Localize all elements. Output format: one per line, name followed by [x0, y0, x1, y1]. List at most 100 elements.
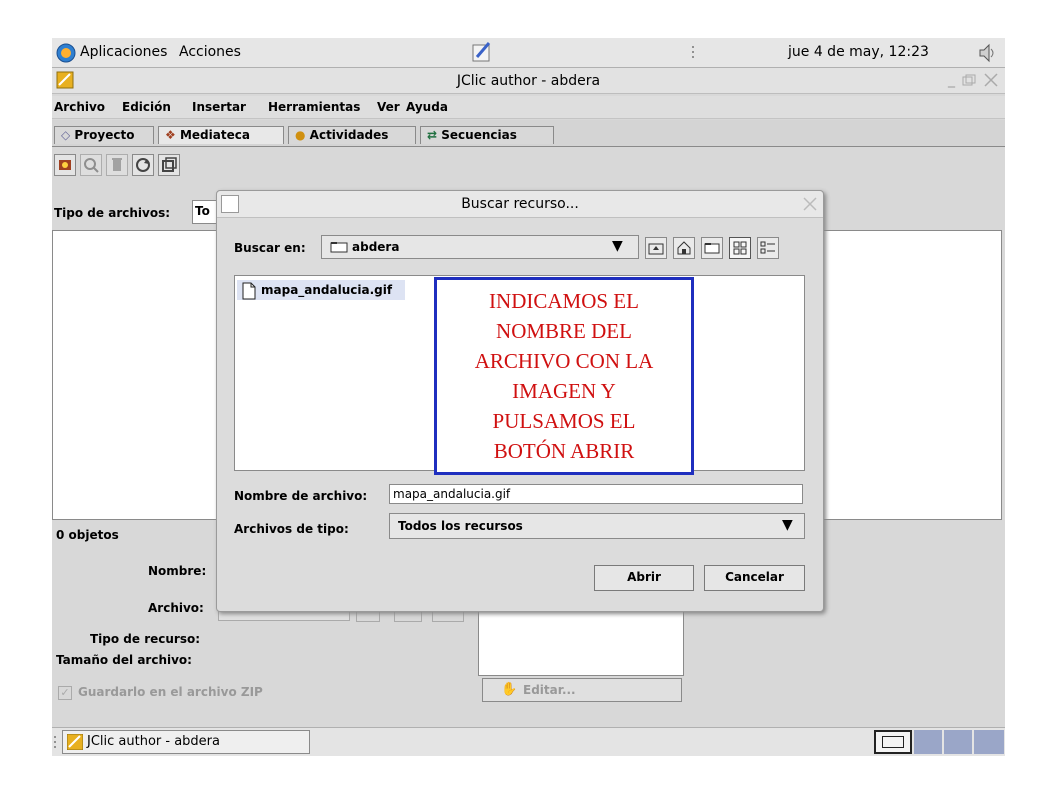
- file-name: mapa_andalucia.gif: [261, 283, 393, 297]
- callout-line: IMAGEN Y: [512, 379, 616, 403]
- tab-label: Mediateca: [179, 128, 250, 142]
- applications-menu[interactable]: Aplicaciones: [80, 44, 167, 60]
- media-icon: ❖: [165, 128, 176, 142]
- workspace-4[interactable]: [974, 730, 1004, 754]
- tab-mediateca[interactable]: ❖ Mediateca: [158, 126, 284, 144]
- window-title: JClic author - abdera: [456, 73, 601, 89]
- instruction-callout: INDICAMOS EL NOMBRE DEL ARCHIVO CON LA I…: [434, 277, 694, 475]
- menu-bar: Archivo Edición Insertar Herramientas Ve…: [52, 96, 1005, 119]
- objects-count: 0 objetos: [56, 528, 119, 542]
- resource-type-label: Tipo de recurso:: [90, 632, 201, 646]
- taskbar-window-item[interactable]: JClic author - abdera: [62, 730, 310, 754]
- menu-ayuda[interactable]: Ayuda: [406, 100, 448, 114]
- file-type-label: Tipo de archivos:: [54, 206, 171, 220]
- file-icon: [242, 282, 256, 300]
- details-view-icon: [760, 241, 775, 254]
- file-size-label: Tamaño del archivo:: [56, 653, 192, 667]
- dialog-close-icon[interactable]: [803, 197, 817, 211]
- home-folder-button[interactable]: [673, 237, 695, 259]
- up-folder-button[interactable]: [645, 237, 667, 259]
- cancel-button[interactable]: Cancelar: [704, 565, 805, 591]
- save-zip-label: Guardarlo en el archivo ZIP: [78, 685, 263, 699]
- look-in-value: abdera: [352, 240, 400, 254]
- preview-media-button[interactable]: [80, 154, 102, 176]
- add-media-button[interactable]: [54, 154, 76, 176]
- filetype-value: Todos los recursos: [398, 519, 523, 533]
- callout-line: NOMBRE DEL: [496, 319, 632, 343]
- update-media-button[interactable]: [132, 154, 154, 176]
- refresh-icon: [136, 158, 150, 172]
- callout-line: INDICAMOS EL: [489, 289, 639, 313]
- filename-label: Nombre de archivo:: [234, 489, 368, 503]
- text-editor-launcher-icon[interactable]: [470, 41, 494, 63]
- workspace-window-icon: [882, 736, 904, 748]
- trash-icon: [112, 158, 122, 171]
- list-view-icon: [733, 241, 747, 255]
- tab-label: Secuencias: [441, 128, 517, 142]
- delete-media-button[interactable]: [106, 154, 128, 176]
- filename-input[interactable]: [389, 484, 803, 504]
- menu-insertar[interactable]: Insertar: [192, 100, 246, 114]
- callout-line: BOTÓN ABRIR: [493, 439, 635, 463]
- menu-edicion[interactable]: Edición: [122, 100, 171, 114]
- list-item[interactable]: mapa_andalucia.gif: [237, 280, 405, 300]
- menu-herramientas[interactable]: Herramientas: [268, 100, 360, 114]
- export-icon: [162, 157, 177, 172]
- magnifier-icon: [84, 158, 99, 173]
- list-view-button[interactable]: [729, 237, 751, 259]
- tab-label: Proyecto: [74, 128, 135, 142]
- edit-button[interactable]: ✋ Editar...: [482, 678, 682, 702]
- edit-button-label: Editar...: [523, 683, 576, 697]
- details-view-button[interactable]: [757, 237, 779, 259]
- workspace-3[interactable]: [944, 730, 972, 754]
- folder-icon: [330, 242, 348, 253]
- menu-ver[interactable]: Ver: [377, 100, 400, 114]
- save-zip-checkbox[interactable]: ✓: [58, 686, 72, 700]
- dropdown-arrow-icon: ▼: [612, 238, 623, 254]
- tab-actividades[interactable]: ● Actividades: [288, 126, 416, 144]
- applications-icon[interactable]: [56, 43, 76, 63]
- up-folder-icon: [648, 243, 664, 255]
- add-media-icon: [59, 160, 71, 170]
- bottom-taskbar: JClic author - abdera: [52, 727, 1005, 756]
- callout-line: ARCHIVO CON LA: [474, 349, 654, 373]
- callout-line: PULSAMOS EL: [492, 409, 636, 433]
- look-in-select[interactable]: abdera ▼: [321, 235, 639, 259]
- export-media-button[interactable]: [158, 154, 180, 176]
- preview-box: [478, 608, 684, 676]
- tab-secuencias[interactable]: ⇄ Secuencias: [420, 126, 554, 144]
- tab-proyecto[interactable]: ◇ Proyecto: [54, 126, 154, 144]
- hand-icon: ✋: [501, 682, 518, 697]
- home-icon: [677, 241, 691, 255]
- open-button[interactable]: Abrir: [594, 565, 694, 591]
- maximize-icon[interactable]: [962, 74, 976, 86]
- tab-label: Actividades: [309, 128, 389, 142]
- filetype-select[interactable]: Todos los recursos ▼: [389, 513, 805, 539]
- look-in-label: Buscar en:: [234, 241, 306, 255]
- volume-icon[interactable]: [976, 42, 998, 64]
- workspace-1[interactable]: [874, 730, 912, 754]
- dialog-title: Buscar recurso...: [461, 196, 579, 212]
- dropdown-arrow-icon: ▼: [782, 517, 793, 533]
- tab-bar: ◇ Proyecto ❖ Mediateca ● Actividades ⇄ S…: [52, 120, 1005, 147]
- file-label: Archivo:: [148, 601, 204, 615]
- actions-menu[interactable]: Acciones: [179, 44, 241, 60]
- new-folder-icon: [704, 243, 720, 254]
- close-icon[interactable]: [984, 73, 998, 87]
- top-panel: Aplicaciones Acciones jue 4 de may, 12:2…: [52, 38, 1005, 68]
- clock[interactable]: jue 4 de may, 12:23: [788, 44, 929, 60]
- minimize-icon[interactable]: _: [948, 72, 955, 88]
- jclic-task-icon: [67, 734, 83, 750]
- sequences-icon: ⇄: [427, 128, 438, 142]
- menu-archivo[interactable]: Archivo: [54, 100, 105, 114]
- filetype-label: Archivos de tipo:: [234, 522, 349, 536]
- panel-handle-icon[interactable]: [690, 44, 696, 62]
- new-folder-button[interactable]: [701, 237, 723, 259]
- dialog-titlebar[interactable]: Buscar recurso...: [217, 191, 823, 218]
- activities-icon: ●: [295, 128, 306, 142]
- name-label: Nombre:: [148, 564, 207, 578]
- taskbar-item-label: JClic author - abdera: [87, 734, 220, 749]
- workspace-2[interactable]: [914, 730, 942, 754]
- taskbar-handle-icon: [54, 736, 56, 748]
- window-titlebar[interactable]: JClic author - abdera _: [52, 68, 1005, 94]
